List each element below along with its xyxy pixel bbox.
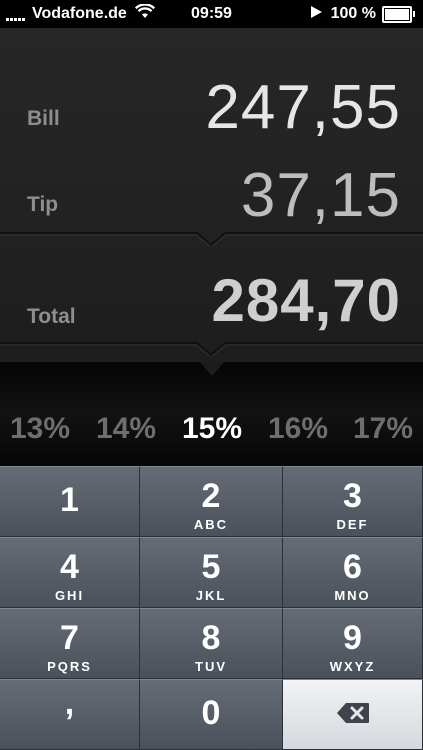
key-4[interactable]: 4 GHI [0, 537, 140, 608]
status-right: 100 % [310, 0, 415, 28]
total-value: 284,70 [211, 267, 401, 334]
percent-option-selected[interactable]: 15% [182, 412, 242, 446]
total-row: Total 284,70 [0, 238, 423, 350]
key-letters: PQRS [47, 659, 92, 674]
location-arrow-icon [310, 5, 323, 24]
percent-option[interactable]: 16% [268, 412, 328, 446]
tip-percentage-picker[interactable]: 13% 14% 15% 16% 17% [0, 362, 423, 466]
key-comma-label: , [64, 684, 75, 722]
delete-button[interactable] [283, 679, 423, 750]
key-6[interactable]: 6 MNO [283, 537, 423, 608]
key-5[interactable]: 5 JKL [140, 537, 283, 608]
key-digit: 4 [60, 548, 79, 586]
key-digit: 9 [343, 619, 362, 657]
key-digit: 3 [343, 477, 362, 515]
percent-option[interactable]: 13% [10, 412, 70, 446]
key-letters: MNO [334, 588, 371, 603]
key-letters: TUV [195, 659, 227, 674]
key-letters: DEF [336, 517, 369, 532]
bill-value: 247,55 [205, 73, 401, 142]
key-3[interactable]: 3 DEF [283, 466, 423, 537]
key-letters: GHI [54, 588, 85, 603]
row-divider [0, 342, 423, 356]
key-digit: 1 [60, 481, 79, 519]
key-letters: ABC [193, 517, 229, 532]
key-digit: 5 [201, 548, 221, 586]
key-comma[interactable]: , [0, 679, 140, 750]
key-digit: 0 [201, 694, 221, 732]
key-letters: JKL [195, 588, 227, 603]
total-label: Total [27, 305, 76, 328]
key-0[interactable]: 0 [140, 679, 283, 750]
percent-option[interactable]: 14% [96, 412, 156, 446]
battery-icon [382, 5, 415, 23]
bill-row[interactable]: Bill 247,55 [0, 28, 423, 148]
key-8[interactable]: 8 TUV [140, 608, 283, 679]
status-bar: Vodafone.de 09:59 100 % [0, 0, 423, 28]
number-keypad: 1 2 ABC 3 DEF 4 GHI 5 JKL 6 MNO 7 PQRS 8… [0, 466, 423, 750]
key-letters: WXYZ [329, 659, 376, 674]
key-digit: 6 [343, 548, 362, 586]
key-digit: 2 [201, 477, 221, 515]
key-1[interactable]: 1 [0, 466, 140, 537]
key-2[interactable]: 2 ABC [140, 466, 283, 537]
calculator-display: Bill 247,55 Tip 37,15 Total 284,70 [0, 28, 423, 378]
backspace-icon [336, 702, 370, 729]
bill-label: Bill [27, 107, 60, 130]
percent-option[interactable]: 17% [353, 412, 413, 446]
key-digit: 7 [60, 619, 79, 657]
tip-value: 37,15 [240, 161, 401, 230]
tip-row: Tip 37,15 [0, 148, 423, 238]
battery-percent: 100 % [330, 5, 376, 22]
key-9[interactable]: 9 WXYZ [283, 608, 423, 679]
key-digit: 8 [201, 619, 221, 657]
picker-pointer [200, 362, 224, 376]
key-7[interactable]: 7 PQRS [0, 608, 140, 679]
tip-label: Tip [27, 193, 59, 216]
